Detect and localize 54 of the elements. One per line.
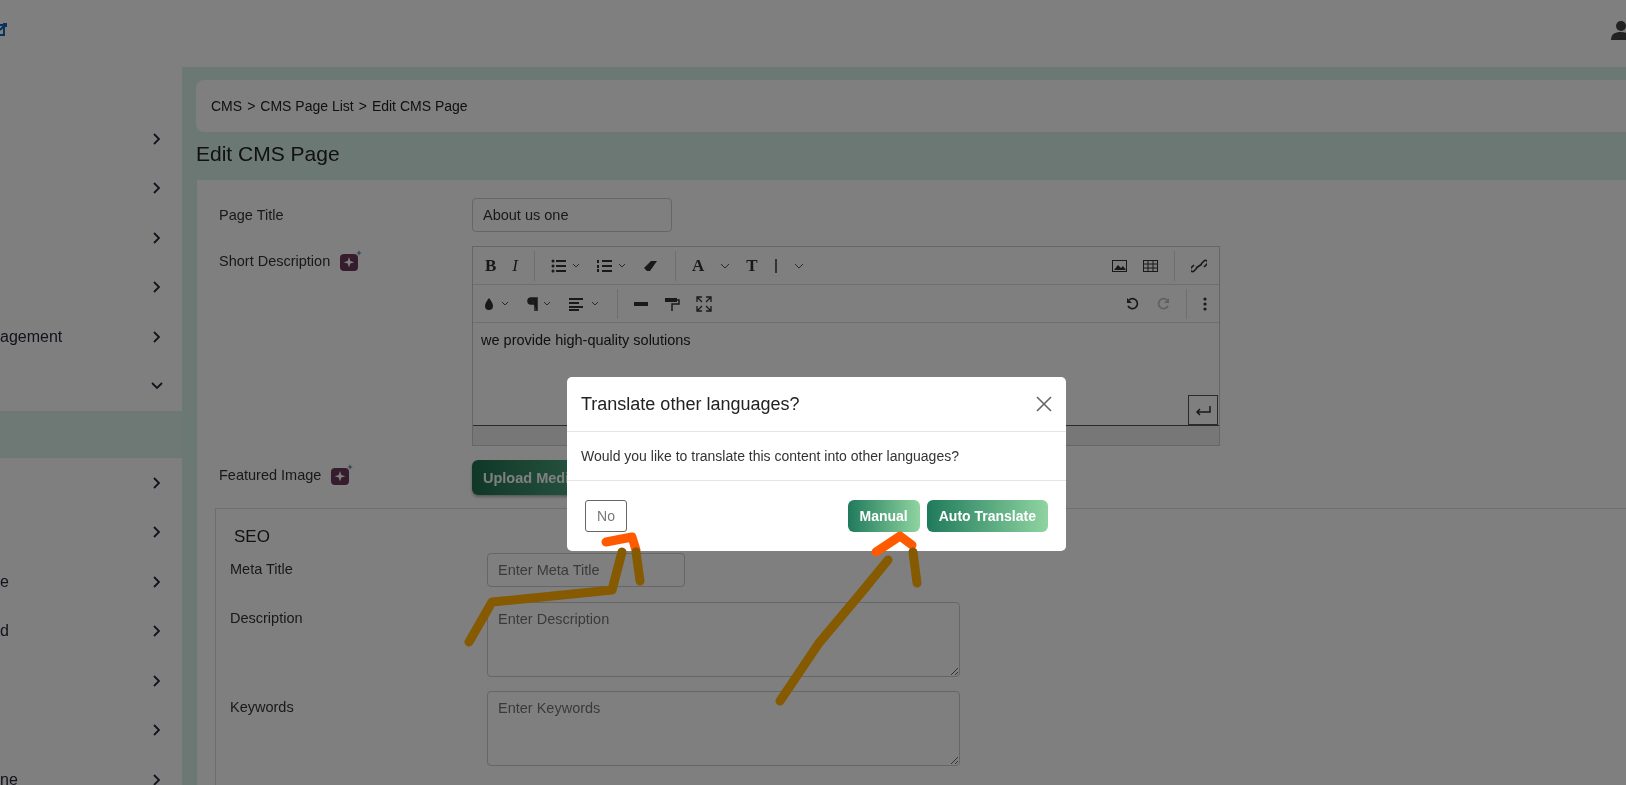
sidebar-item-label: agement [0, 327, 63, 346]
sidebar-item[interactable]: ne [0, 755, 182, 785]
numbered-list-icon[interactable] [597, 258, 627, 273]
field-label: Meta Title [230, 560, 294, 577]
section-heading: SEO [234, 527, 271, 547]
breadcrumb-link[interactable]: CMS [211, 98, 243, 114]
bold-button[interactable]: B [485, 255, 497, 276]
user-icon[interactable] [1610, 19, 1626, 40]
breadcrumb-separator: > [358, 98, 367, 114]
manual-button[interactable]: Manual [847, 500, 920, 532]
caret-icon[interactable] [720, 262, 731, 269]
sparkle-icon[interactable] [330, 464, 355, 486]
font-size-button[interactable]: T [746, 255, 758, 276]
paint-roller-icon[interactable] [664, 296, 680, 311]
sparkle-icon[interactable] [339, 250, 364, 272]
link-icon[interactable] [1191, 258, 1207, 273]
page-heading: Edit CMS Page [196, 142, 341, 167]
field-label: Keywords [230, 698, 295, 715]
breadcrumb-link[interactable]: Edit CMS Page [371, 98, 468, 114]
sidebar-item-label: e [0, 572, 9, 591]
no-button[interactable]: No [585, 500, 627, 532]
eraser-icon[interactable] [643, 259, 659, 272]
sidebar-item-label: d [0, 622, 9, 641]
editor-text: we provide high-quality solutions [480, 331, 692, 350]
breadcrumb-separator: > [247, 98, 256, 114]
auto-translate-button[interactable]: Auto Translate [926, 500, 1048, 532]
paragraph-icon[interactable] [527, 296, 553, 311]
sidebar-item[interactable]: d [0, 606, 182, 656]
sidebar-item[interactable]: e [0, 557, 182, 607]
dialog-title: Translate other languages? [581, 393, 800, 415]
table-icon[interactable] [1143, 259, 1158, 272]
field-label: Short Description [219, 253, 331, 269]
fullscreen-icon[interactable] [696, 295, 712, 312]
align-left-icon[interactable] [569, 296, 601, 311]
caret-icon[interactable] [793, 262, 804, 269]
image-icon[interactable] [1112, 259, 1127, 272]
field-label: Featured Image [219, 467, 322, 483]
sidebar-item[interactable]: agement [0, 312, 182, 362]
font-color-button[interactable]: A [692, 255, 705, 276]
more-icon[interactable] [1203, 296, 1207, 311]
text-area[interactable]: Enter Description [487, 601, 960, 677]
breadcrumb-link[interactable]: CMS Page List [260, 98, 354, 114]
droplet-icon[interactable] [485, 296, 511, 311]
input-field[interactable]: About us one [472, 198, 672, 232]
enter-key-icon[interactable] [1188, 395, 1218, 425]
italic-button[interactable]: I [512, 255, 518, 276]
field-label: Page Title [219, 206, 285, 223]
field-label: Description [230, 608, 304, 626]
bulleted-list-icon[interactable] [551, 258, 581, 273]
undo-icon[interactable] [1126, 296, 1140, 311]
text-area[interactable]: Enter Keywords [487, 691, 960, 766]
sidebar-item-label: ne [0, 770, 18, 785]
close-icon[interactable] [1036, 396, 1052, 412]
input-field[interactable]: Enter Meta Title [487, 553, 685, 587]
